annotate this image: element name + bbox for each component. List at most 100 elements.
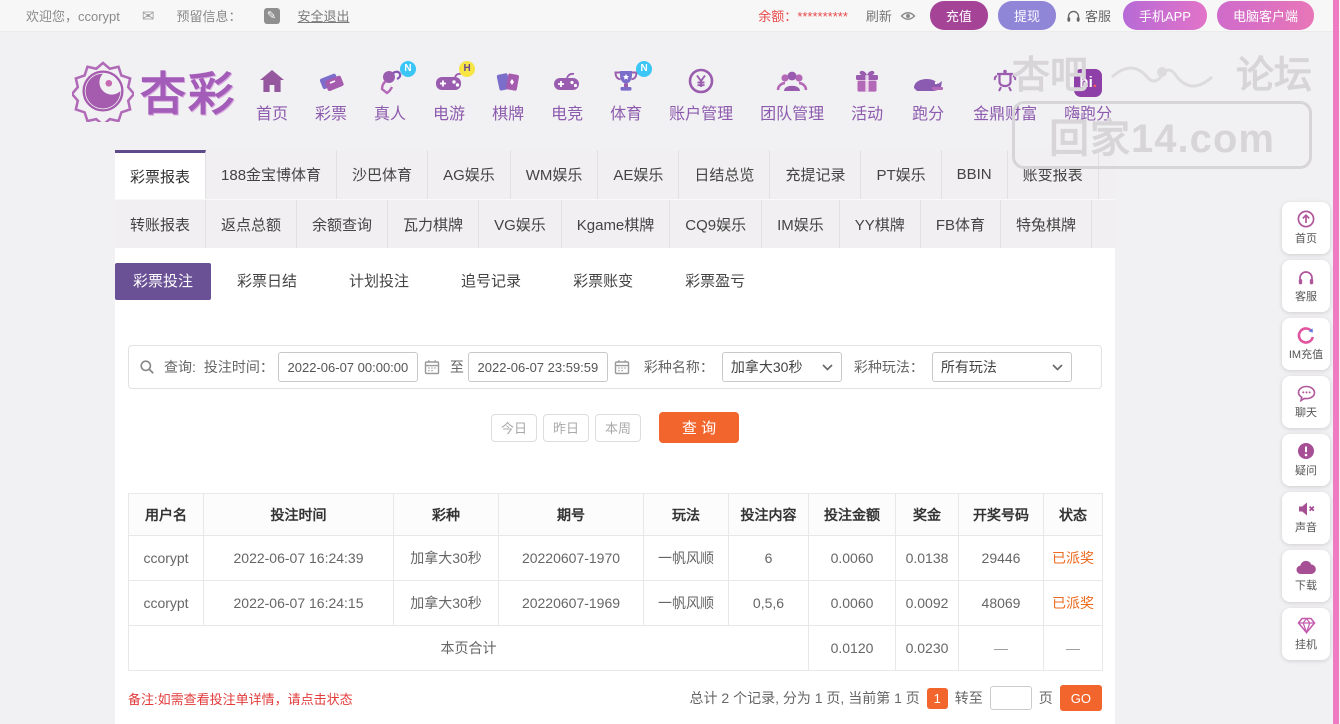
side-download-button[interactable]: 下载 [1282, 550, 1330, 602]
tab-rebate-total[interactable]: 返点总额 [206, 200, 298, 248]
goto-label: 转至 [954, 690, 983, 706]
side-chat-button[interactable]: 聊天 [1282, 376, 1330, 428]
lottery-select[interactable]: 加拿大30秒 [721, 352, 842, 382]
calendar-icon[interactable] [614, 359, 630, 375]
brand-logo[interactable]: 杏彩 [72, 58, 236, 124]
side-service-button[interactable]: 客服 [1282, 260, 1330, 312]
eye-icon[interactable] [900, 9, 916, 23]
page-goto-input[interactable] [989, 686, 1032, 710]
tab-fb-sports[interactable]: FB体育 [921, 200, 1001, 248]
tab-bbin[interactable]: BBIN [942, 150, 1008, 199]
nav-item-egame[interactable]: H 电游 [433, 60, 476, 124]
status-link[interactable]: 已派奖 [1043, 580, 1103, 626]
pencil-icon[interactable]: ✎ [263, 7, 280, 24]
tab-saba-sports[interactable]: 沙巴体育 [337, 150, 429, 199]
tab-ag[interactable]: AG娱乐 [428, 150, 511, 199]
pc-client-button[interactable]: 电脑客户端 [1216, 1, 1314, 30]
tab-kgame[interactable]: Kgame棋牌 [562, 200, 671, 248]
tab-lottery-report[interactable]: 彩票报表 [115, 150, 207, 199]
subtab-lottery-daily[interactable]: 彩票日结 [211, 263, 323, 300]
calendar-icon[interactable] [424, 359, 440, 375]
nav-item-esports[interactable]: 电竞 [551, 65, 583, 124]
gem-icon [1296, 616, 1316, 634]
tab-transfer-report[interactable]: 转账报表 [115, 200, 207, 248]
cell-issue: 20220607-1970 [498, 535, 644, 581]
yuan-circle-icon [686, 65, 716, 97]
cell-username: ccorypt [128, 580, 204, 626]
subtab-plan-bets[interactable]: 计划投注 [323, 263, 435, 300]
tab-cq9[interactable]: CQ9娱乐 [670, 200, 763, 248]
tab-daily-summary[interactable]: 日结总览 [679, 150, 771, 199]
tab-wm[interactable]: WM娱乐 [511, 150, 599, 199]
balance-label: 余额： [758, 9, 798, 24]
nav-item-sports[interactable]: N 体育 [610, 60, 653, 124]
play-type-select[interactable]: 所有玩法 [931, 352, 1072, 382]
nav-item-lottery[interactable]: 彩票 [315, 65, 347, 124]
new-badge: N [636, 60, 653, 77]
tab-yy[interactable]: YY棋牌 [840, 200, 921, 248]
sub-tabs: 彩票投注 彩票日结 计划投注 追号记录 彩票账变 彩票盈亏 [115, 263, 1115, 300]
nav-item-paofen[interactable]: 跑分 [910, 65, 946, 124]
logout-link[interactable]: 安全退出 [298, 6, 350, 25]
mobile-app-button[interactable]: 手机APP [1122, 1, 1207, 30]
tab-wali[interactable]: 瓦力棋牌 [388, 200, 480, 248]
refresh-link[interactable]: 刷新 [866, 6, 892, 25]
side-home-button[interactable]: 首页 [1282, 202, 1330, 254]
recharge-button[interactable]: 充值 [929, 1, 988, 30]
side-im-recharge-button[interactable]: IM充值 [1282, 318, 1330, 370]
status-link[interactable]: 已派奖 [1043, 535, 1103, 581]
nav-item-wealth[interactable]: 金鼎财富 [973, 65, 1037, 124]
new-badge: N [400, 60, 417, 77]
envelope-icon[interactable]: ✉ [142, 7, 155, 25]
subtab-lottery-pnl[interactable]: 彩票盈亏 [659, 263, 771, 300]
side-float-menu: 首页 客服 IM充值 聊天 疑问 声音 下载 挂机 [1282, 202, 1330, 660]
nav-item-hipaofen[interactable]: hi. 嗨跑分 [1064, 65, 1112, 124]
recharge-refresh-icon [1297, 326, 1315, 344]
start-time-input[interactable] [277, 352, 418, 382]
col-issue: 期号 [498, 493, 644, 536]
nav-item-live[interactable]: N 真人 [374, 60, 417, 124]
nav-item-account[interactable]: 账户管理 [669, 65, 733, 124]
end-time-input[interactable] [467, 352, 608, 382]
tab-im[interactable]: IM娱乐 [762, 200, 840, 248]
customer-service-label: 客服 [1084, 9, 1111, 24]
report-tabs-row-1: 彩票报表 188金宝博体育 沙巴体育 AG娱乐 WM娱乐 AE娱乐 日结总览 充… [115, 150, 1115, 199]
main-nav: 首页 彩票 N 真人 H 电游 棋牌 电竞 N 体育 账户管理 团队管理 活动 … [256, 60, 1112, 124]
go-button[interactable]: GO [1059, 685, 1102, 711]
mute-speaker-icon [1297, 501, 1316, 517]
tab-balance-query[interactable]: 余额查询 [297, 200, 389, 248]
yesterday-button[interactable]: 昨日 [543, 413, 589, 442]
tab-pt[interactable]: PT娱乐 [861, 150, 942, 199]
today-button[interactable]: 今日 [491, 413, 537, 442]
col-draw-number: 开奖号码 [958, 493, 1044, 536]
this-week-button[interactable]: 本周 [595, 413, 641, 442]
col-status: 状态 [1043, 493, 1103, 536]
withdraw-button[interactable]: 提现 [997, 1, 1056, 30]
tab-tetu[interactable]: 特兔棋牌 [1001, 200, 1092, 248]
customer-service-link[interactable]: 客服 [1066, 6, 1111, 25]
query-submit-button[interactable]: 查 询 [659, 412, 739, 443]
chat-bubble-icon [1297, 385, 1316, 402]
tab-account-change-report[interactable]: 账变报表 [1008, 150, 1099, 199]
side-autoplay-button[interactable]: 挂机 [1282, 608, 1330, 660]
cell-prize: 0.0092 [895, 580, 959, 626]
side-question-button[interactable]: 疑问 [1282, 434, 1330, 486]
subtab-chase-log[interactable]: 追号记录 [435, 263, 547, 300]
tab-vg[interactable]: VG娱乐 [479, 200, 562, 248]
note-text: 备注:如需查看投注单详情，请点击状态 [128, 691, 353, 707]
current-page-button[interactable]: 1 [926, 687, 948, 709]
nav-item-team[interactable]: 团队管理 [760, 65, 824, 124]
nav-item-boardgames[interactable]: 棋牌 [492, 65, 524, 124]
nav-item-activity[interactable]: 活动 [851, 65, 883, 124]
tab-deposit-withdraw-log[interactable]: 充提记录 [770, 150, 862, 199]
tab-188-sports[interactable]: 188金宝博体育 [206, 150, 338, 199]
tripod-icon [990, 65, 1020, 97]
subtab-lottery-account-change[interactable]: 彩票账变 [547, 263, 659, 300]
tab-ae[interactable]: AE娱乐 [598, 150, 680, 199]
table-total-row: 本页合计 0.0120 0.0230 — — [128, 625, 1103, 671]
subtab-lottery-bets[interactable]: 彩票投注 [115, 263, 212, 300]
cell-bet-amount: 0.0060 [808, 535, 896, 581]
page-total-label: 本页合计 [128, 625, 809, 671]
nav-item-home[interactable]: 首页 [256, 65, 288, 124]
side-sound-button[interactable]: 声音 [1282, 492, 1330, 544]
